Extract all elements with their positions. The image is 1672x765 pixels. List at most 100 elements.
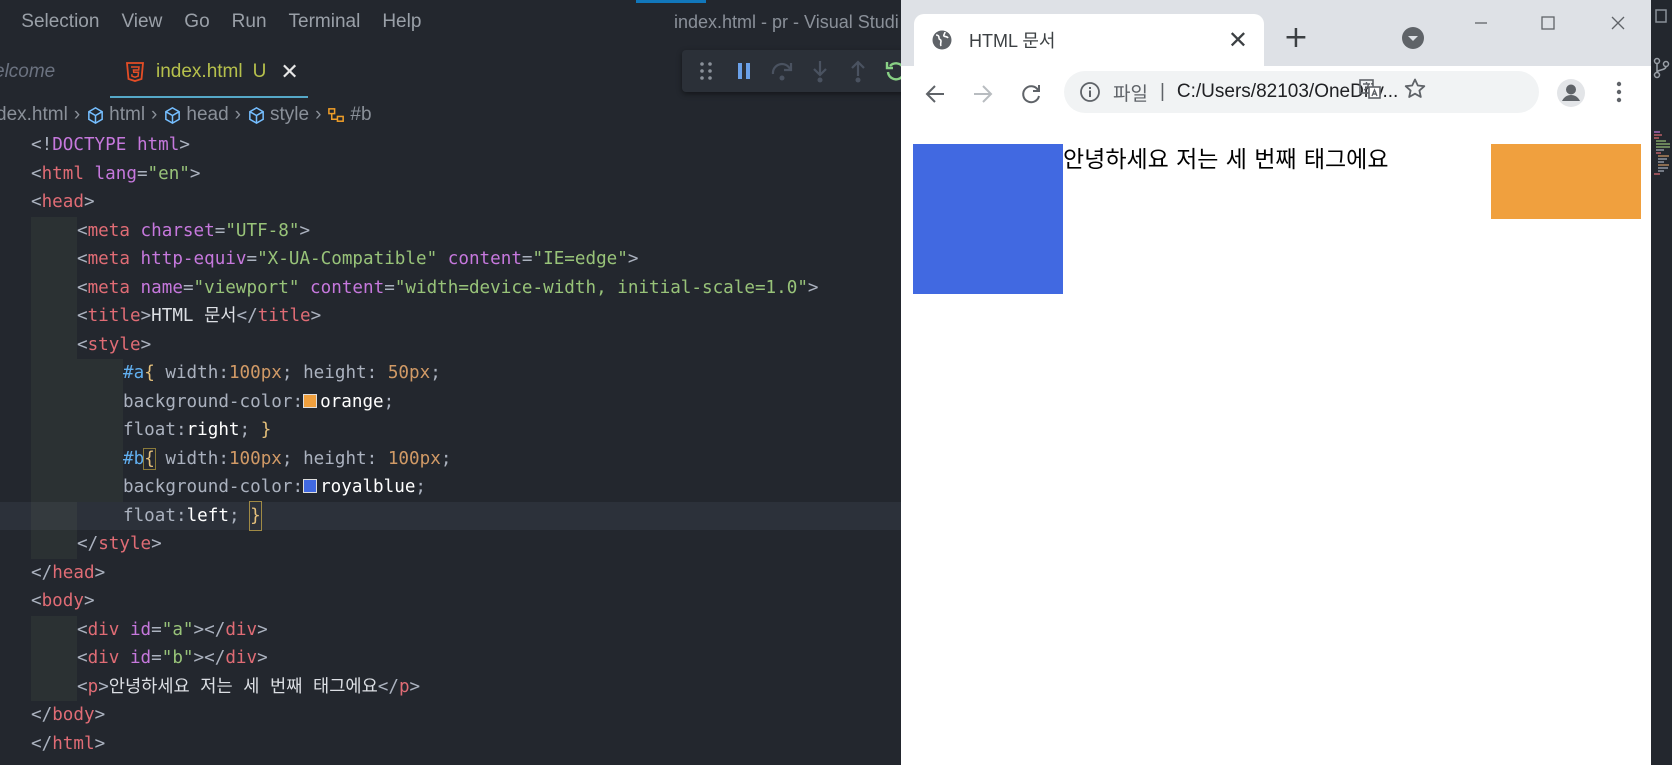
debug-toolbar <box>682 50 901 92</box>
site-info-icon[interactable] <box>1079 81 1101 103</box>
menu-selection[interactable]: Selection <box>10 11 110 33</box>
tab-search-icon[interactable] <box>1401 26 1425 50</box>
code-token: html <box>41 163 84 184</box>
restart-icon[interactable] <box>884 59 901 83</box>
code-line: <title>HTML 문서</title> <box>0 302 901 331</box>
forward-arrow-icon[interactable] <box>969 80 997 108</box>
code-token: "UTF-8" <box>225 220 300 241</box>
code-token: #b <box>123 448 145 469</box>
minimap[interactable] <box>1653 130 1670 176</box>
minimize-icon[interactable] <box>1466 8 1496 38</box>
back-arrow-icon[interactable] <box>921 80 949 108</box>
code-line: </html> <box>0 730 901 759</box>
code-token: > <box>409 676 421 697</box>
code-line-active: float:left; } <box>0 500 901 531</box>
breadcrumb-head-label: head <box>186 104 229 125</box>
royalblue-box <box>913 144 1063 294</box>
code-token: background-color: <box>123 477 304 497</box>
color-swatch-royalblue[interactable] <box>303 479 318 493</box>
code-token: 100px <box>228 363 282 383</box>
symbol-cube-icon <box>247 106 266 125</box>
translate-icon[interactable] <box>1358 77 1382 101</box>
code-token: </ <box>377 676 399 697</box>
code-token: </ <box>31 705 53 725</box>
code-line: background-color: royalblue; <box>0 473 901 502</box>
code-token: > <box>83 192 95 212</box>
code-line: <meta charset="UTF-8"> <box>0 216 901 245</box>
code-line: <div id="a"></div> <box>0 615 901 644</box>
code-token: 100px <box>228 448 282 469</box>
chrome-window: HTML 문서 ✕ + 파일 | C:/Users/82103/OneDriv.… <box>901 0 1651 765</box>
code-token: } <box>260 420 272 440</box>
menu-edit-partial[interactable]: t <box>0 11 10 33</box>
code-token: </ <box>77 534 99 554</box>
browser-tab-strip: HTML 문서 ✕ + <box>901 0 1651 66</box>
code-token: > <box>299 220 311 241</box>
code-token: { <box>144 363 155 383</box>
code-token: orange <box>320 391 384 412</box>
code-token: meta <box>87 220 130 241</box>
breadcrumb-html[interactable]: html <box>86 104 145 126</box>
code-token: </ <box>31 562 53 583</box>
pause-icon[interactable] <box>732 59 756 83</box>
menu-view[interactable]: View <box>110 11 173 33</box>
tab-close-icon[interactable]: ✕ <box>280 59 298 85</box>
color-swatch-orange[interactable] <box>303 393 318 408</box>
code-token: width: <box>154 448 229 469</box>
address-bar[interactable]: 파일 | C:/Users/82103/OneDriv... <box>1064 71 1539 113</box>
code-token: "a" <box>161 619 194 640</box>
code-token: ></ <box>193 619 226 640</box>
menu-help[interactable]: Help <box>371 11 432 33</box>
code-token: lang <box>83 163 137 184</box>
code-token: < <box>77 277 88 298</box>
globe-icon <box>931 29 953 51</box>
window-close-icon[interactable] <box>1603 8 1633 38</box>
breadcrumb-file-label: dex.html <box>0 104 68 125</box>
code-token: ; <box>239 420 261 440</box>
code-token: "en" <box>147 163 190 184</box>
breadcrumb-selector[interactable]: #b <box>327 104 372 126</box>
drag-handle-icon[interactable] <box>694 59 718 83</box>
breadcrumb-file[interactable]: dex.html <box>0 104 68 126</box>
code-token: html <box>52 733 95 754</box>
code-token: > <box>179 135 190 155</box>
code-token: html <box>136 135 180 155</box>
breadcrumb: dex.html › html › head › style › #b <box>0 100 372 130</box>
tab-index-html[interactable]: index.html U ✕ <box>110 48 308 98</box>
browser-tab-close-icon[interactable]: ✕ <box>1228 26 1248 55</box>
maximize-icon[interactable] <box>1533 8 1563 38</box>
code-token: < <box>31 591 42 611</box>
breadcrumb-separator-icon: › <box>151 104 158 125</box>
code-editor[interactable]: <!DOCTYPE html> <html lang="en"> <head> … <box>0 131 901 758</box>
code-token: background-color: <box>123 391 304 412</box>
kebab-menu-icon[interactable] <box>1607 80 1631 104</box>
code-token: content <box>299 277 385 298</box>
code-token: HTML 문서 <box>151 306 237 326</box>
step-over-icon[interactable] <box>770 59 794 83</box>
breadcrumb-head[interactable]: head <box>163 104 229 126</box>
breadcrumb-style[interactable]: style <box>247 104 309 126</box>
source-control-icon[interactable] <box>1651 56 1672 80</box>
code-token: = <box>182 277 194 298</box>
menu-terminal[interactable]: Terminal <box>278 11 372 33</box>
browser-tab-active[interactable]: HTML 문서 ✕ <box>914 14 1264 66</box>
code-token: "IE=edge" <box>532 249 628 269</box>
code-line: </head> <box>0 559 901 588</box>
code-token: = <box>214 220 226 241</box>
tab-welcome[interactable]: elcome <box>0 48 55 96</box>
bookmark-star-icon[interactable] <box>1403 77 1427 101</box>
profile-avatar-icon[interactable] <box>1556 78 1586 108</box>
code-line: </style> <box>0 530 901 559</box>
menu-run[interactable]: Run <box>221 11 278 33</box>
step-into-icon[interactable] <box>808 59 832 83</box>
code-token: > <box>83 591 95 611</box>
new-tab-button[interactable]: + <box>1281 20 1311 55</box>
code-token: 100px <box>387 448 441 469</box>
code-token: > <box>140 306 152 326</box>
code-token: ; height: <box>281 363 388 383</box>
code-token: ; height: <box>281 448 388 469</box>
reload-icon[interactable] <box>1017 80 1045 108</box>
step-out-icon[interactable] <box>846 59 870 83</box>
panel-edge-icon <box>1653 6 1667 36</box>
menu-go[interactable]: Go <box>173 11 220 33</box>
